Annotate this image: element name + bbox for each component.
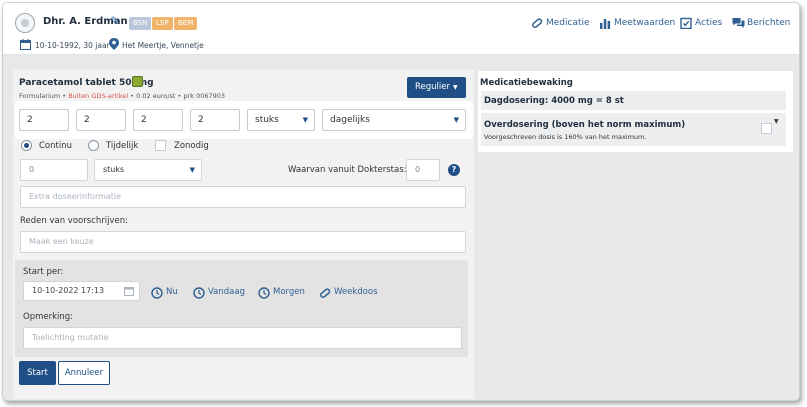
pill-icon [532,18,543,28]
dokterstas-input[interactable]: 0 [406,159,440,181]
patient-location: Het Meertje, Vennetje [122,41,204,50]
birth-date: 10-10-1992, 30 jaar [35,41,110,50]
dose-input-4[interactable]: 2 [190,109,240,131]
radio-continu[interactable] [21,140,32,151]
regime-dropdown-button[interactable]: Regulier ▼ [407,77,466,98]
dose-input-2[interactable]: 2 [76,109,126,131]
radio-tijdelijk-label: Tijdelijk [106,141,139,151]
location-pin-icon [109,38,119,50]
badge-bsn[interactable]: BSN [129,17,152,30]
dokterstas-label: Waarvan vanuit Dokterstas: [288,165,407,175]
caret-down-icon: ▼ [453,116,459,124]
caret-down-icon: ▼ [453,84,458,91]
drug-flag-icon [132,76,143,87]
checkbox-zonodig-label: Zonodig [174,141,209,151]
checklist-icon [680,17,692,29]
app-window: Dhr. A. Erdman ✎ BSN LSP BEM 10-10-1992,… [2,2,800,401]
opmerking-input[interactable]: Toelichting mutatie [23,327,462,349]
clock-icon [193,287,205,299]
calendar-icon [20,39,31,50]
start-button[interactable]: Start [19,361,56,385]
help-icon[interactable]: ? [448,164,460,176]
frequency-select[interactable]: dagelijks ▼ [322,109,466,131]
patient-avatar [15,13,35,33]
patient-header: Dhr. A. Erdman ✎ BSN LSP BEM 10-10-1992,… [3,3,799,55]
reden-select[interactable]: Maak een keuze [20,231,466,253]
start-label: Start per: [23,267,64,277]
overdose-acknowledge-checkbox[interactable] [761,123,772,134]
overdose-description: Voorgeschreven dosis is 160% van het max… [484,133,647,141]
badge-lsp[interactable]: LSP [152,17,173,30]
dose-input-3[interactable]: 2 [133,109,183,131]
amount-unit-select[interactable]: stuks ▼ [94,159,202,181]
amount-input[interactable]: 0 [20,159,88,181]
opmerking-label: Opmerking: [23,312,74,322]
checkbox-zonodig[interactable] [155,140,166,151]
dose-unit-select[interactable]: stuks ▼ [247,109,315,131]
reden-label: Reden van voorschrijven: [20,216,128,226]
clock-icon [258,287,270,299]
monitoring-title: Medicatiebewaking [480,78,573,88]
daily-dose-text: Dagdosering: 4000 mg = 8 st [484,96,624,106]
bar-chart-icon [600,19,611,29]
caret-down-icon: ▼ [302,116,308,124]
caret-down-icon[interactable]: ▼ [774,118,779,125]
caret-down-icon: ▼ [189,166,195,174]
chat-icon [732,18,745,28]
pencil-icon[interactable]: ✎ [110,14,120,28]
drug-details: Formularium • Buiten GDS-artikel • 0.02 … [19,92,226,100]
badge-bem[interactable]: BEM [174,17,198,30]
overdose-title: Overdosering (boven het norm maximum) [484,120,686,130]
gds-status: Buiten GDS-artikel [68,92,129,100]
pill-icon [320,288,331,298]
cancel-button[interactable]: Annuleer [58,361,110,385]
radio-tijdelijk[interactable] [88,140,99,151]
calendar-icon[interactable] [124,286,134,296]
extra-info-input[interactable]: Extra doseerinformatie [20,186,466,208]
start-datetime-input[interactable]: 10-10-2022 17:13 [23,281,140,301]
clock-icon [151,287,163,299]
radio-continu-label: Continu [39,141,72,151]
dose-input-1[interactable]: 2 [19,109,69,131]
